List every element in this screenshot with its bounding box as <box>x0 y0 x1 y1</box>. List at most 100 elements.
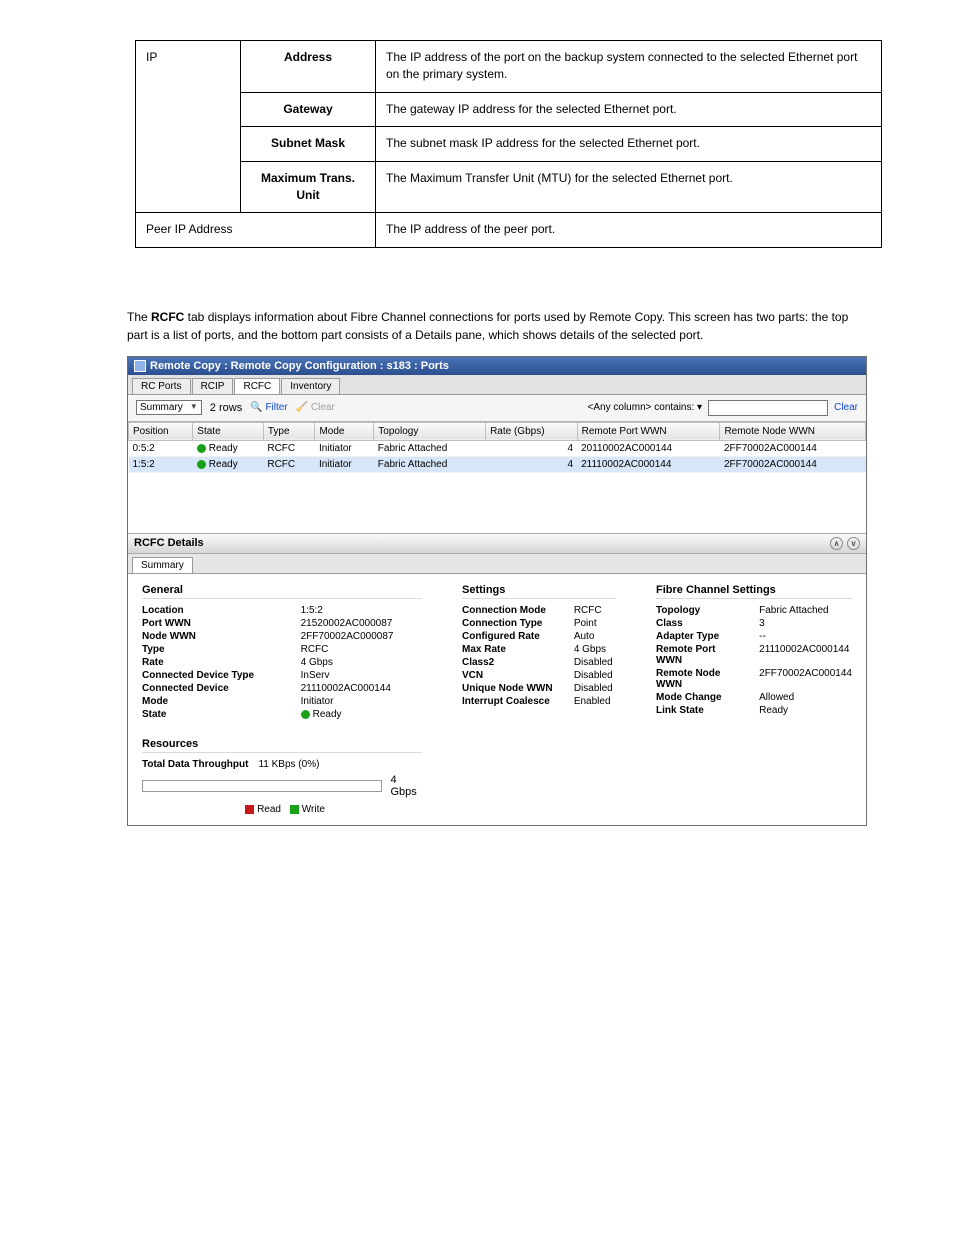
main-tabs: RC Ports RCIP RCFC Inventory <box>128 375 866 395</box>
status-dot-icon <box>197 460 206 469</box>
kv-key: Connected Device <box>142 683 283 694</box>
kv-value: Fabric Attached <box>759 605 852 616</box>
kv-value: 2FF70002AC000144 <box>759 668 852 690</box>
ref-label: Gateway <box>241 92 376 126</box>
ref-label: Maximum Trans. Unit <box>241 161 376 213</box>
filter-link[interactable]: 🔍 Filter <box>250 402 287 413</box>
kv-key: Type <box>142 644 283 655</box>
kv-value: Ready <box>759 705 852 716</box>
ref-group: IP <box>136 41 241 213</box>
window-titlebar: Remote Copy : Remote Copy Configuration … <box>128 357 866 375</box>
rcfc-window: Remote Copy : Remote Copy Configuration … <box>127 356 867 826</box>
details-title: RCFC Details <box>134 537 204 549</box>
tab-rcfc[interactable]: RCFC <box>234 378 280 394</box>
collapse-up-icon[interactable]: ∧ <box>830 537 843 550</box>
filter-column-selector[interactable]: <Any column> contains: ▾ <box>588 402 703 413</box>
kv-value: 21110002AC000144 <box>301 683 422 694</box>
ports-grid[interactable]: Position State Type Mode Topology Rate (… <box>128 422 866 473</box>
kv-value: 21110002AC000144 <box>759 644 852 666</box>
clear-toolbar: 🧹 Clear <box>296 402 335 413</box>
section-general: General <box>142 584 422 599</box>
view-selector[interactable]: Summary <box>136 400 202 415</box>
kv-key: Remote Node WWN <box>656 668 741 690</box>
intro-paragraph: The RCFC tab displays information about … <box>127 308 867 344</box>
clear-link[interactable]: Clear <box>834 402 858 413</box>
ref-desc: The Maximum Transfer Unit (MTU) for the … <box>376 161 882 213</box>
kv-key: Rate <box>142 657 283 668</box>
kv-value: -- <box>759 631 852 642</box>
kv-key: Interrupt Coalesce <box>462 696 556 707</box>
throughput-bar <box>142 780 382 792</box>
kv-key: Unique Node WWN <box>462 683 556 694</box>
col-state[interactable]: State <box>193 422 264 440</box>
throughput-legend: Read Write <box>142 804 422 815</box>
col-mode[interactable]: Mode <box>315 422 374 440</box>
kv-value: 2FF70002AC000087 <box>301 631 422 642</box>
kv-value: 21520002AC000087 <box>301 618 422 629</box>
kv-key: Connected Device Type <box>142 670 283 681</box>
col-topology[interactable]: Topology <box>374 422 486 440</box>
kv-value: 3 <box>759 618 852 629</box>
tab-summary[interactable]: Summary <box>132 557 193 573</box>
col-remote-port-wwn[interactable]: Remote Port WWN <box>577 422 720 440</box>
kv-value: Allowed <box>759 692 852 703</box>
kv-value: 4 Gbps <box>574 644 616 655</box>
ref-desc: The IP address of the port on the backup… <box>376 41 882 93</box>
kv-key: Remote Port WWN <box>656 644 741 666</box>
tab-inventory[interactable]: Inventory <box>281 378 340 394</box>
kv-value: Point <box>574 618 616 629</box>
kv-key: Connection Mode <box>462 605 556 616</box>
table-row[interactable]: 0:5:2ReadyRCFCInitiatorFabric Attached42… <box>129 440 866 456</box>
kv-key: Node WWN <box>142 631 283 642</box>
kv-value: Disabled <box>574 683 616 694</box>
section-resources: Resources <box>142 738 422 753</box>
kv-value: Enabled <box>574 696 616 707</box>
tab-rcip[interactable]: RCIP <box>192 378 234 394</box>
col-remote-node-wwn[interactable]: Remote Node WWN <box>720 422 866 440</box>
kv-key: Adapter Type <box>656 631 741 642</box>
kv-value: Auto <box>574 631 616 642</box>
kv-value: RCFC <box>574 605 616 616</box>
kv-key: VCN <box>462 670 556 681</box>
kv-key: Link State <box>656 705 741 716</box>
kv-key: State <box>142 709 283 720</box>
filter-input[interactable] <box>708 400 828 416</box>
kv-value: 4 Gbps <box>301 657 422 668</box>
col-position[interactable]: Position <box>129 422 193 440</box>
kv-key: Class2 <box>462 657 556 668</box>
col-type[interactable]: Type <box>263 422 315 440</box>
throughput-max: 4 Gbps <box>390 774 422 798</box>
throughput-value: 11 KBps (0%) <box>258 759 319 770</box>
ref-desc: The IP address of the peer port. <box>376 213 882 247</box>
details-header: RCFC Details ∧ ∨ <box>128 533 866 554</box>
kv-value: Initiator <box>301 696 422 707</box>
ref-desc: The subnet mask IP address for the selec… <box>376 127 882 161</box>
legend-read-swatch <box>245 805 254 814</box>
kv-value: Ready <box>301 709 422 720</box>
kv-key: Topology <box>656 605 741 616</box>
window-title: Remote Copy : Remote Copy Configuration … <box>150 360 449 372</box>
grid-toolbar: Summary 2 rows 🔍 Filter 🧹 Clear <Any col… <box>128 395 866 422</box>
kv-value: InServ <box>301 670 422 681</box>
kv-key: Location <box>142 605 283 616</box>
tab-rc-ports[interactable]: RC Ports <box>132 378 191 394</box>
reference-table: IP Address The IP address of the port on… <box>135 40 882 248</box>
throughput-label: Total Data Throughput <box>142 759 248 770</box>
details-tabs: Summary <box>128 554 866 574</box>
col-rate[interactable]: Rate (Gbps) <box>486 422 578 440</box>
ref-label: Subnet Mask <box>241 127 376 161</box>
app-icon <box>134 360 146 372</box>
kv-value: RCFC <box>301 644 422 655</box>
kv-key: Mode <box>142 696 283 707</box>
kv-key: Mode Change <box>656 692 741 703</box>
legend-write-swatch <box>290 805 299 814</box>
section-settings: Settings <box>462 584 616 599</box>
kv-key: Connection Type <box>462 618 556 629</box>
collapse-down-icon[interactable]: ∨ <box>847 537 860 550</box>
kv-value: Disabled <box>574 670 616 681</box>
kv-key: Class <box>656 618 741 629</box>
kv-value: Disabled <box>574 657 616 668</box>
kv-key: Max Rate <box>462 644 556 655</box>
table-row[interactable]: 1:5:2ReadyRCFCInitiatorFabric Attached42… <box>129 456 866 472</box>
ref-desc: The gateway IP address for the selected … <box>376 92 882 126</box>
